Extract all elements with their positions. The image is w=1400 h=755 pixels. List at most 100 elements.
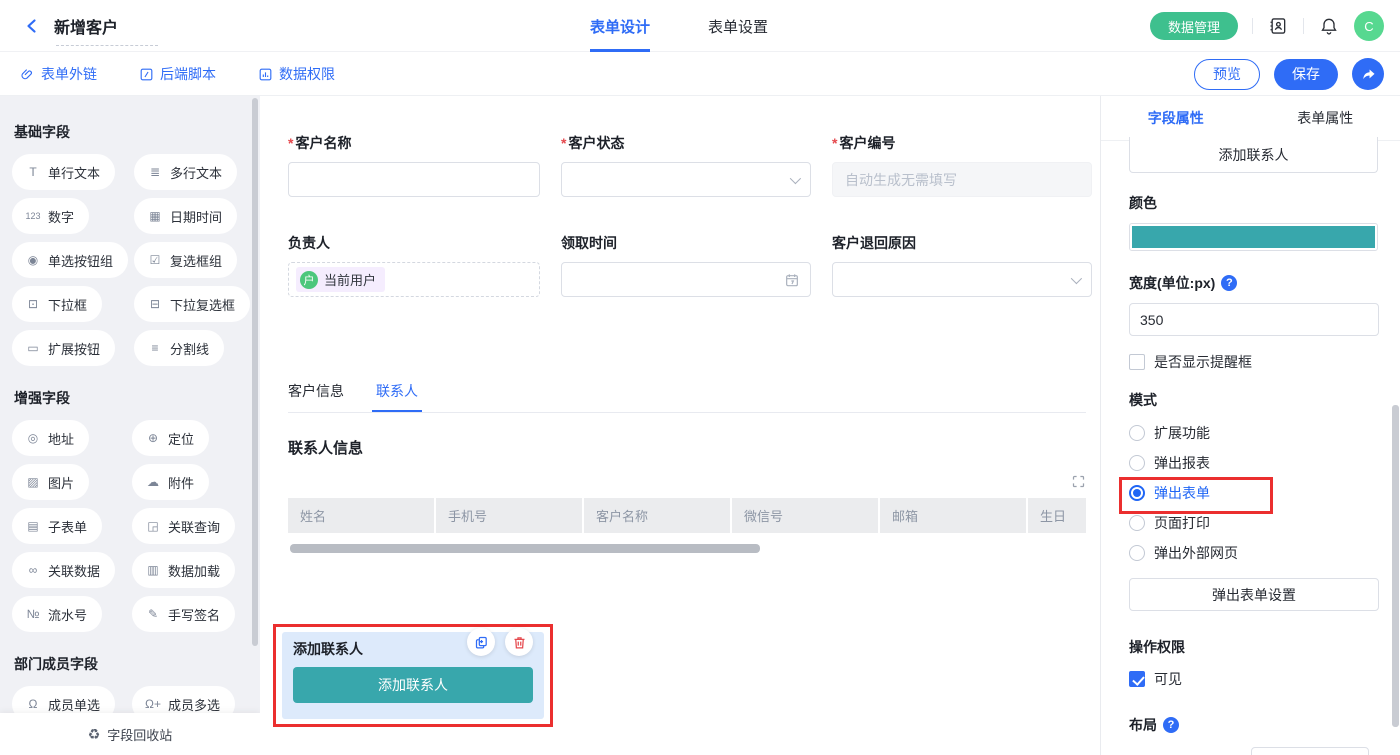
main-tabs: 表单设计 表单设置 [590,0,768,52]
field-claim-time[interactable]: 领取时间 [561,233,811,297]
button-name-preview[interactable]: 添加联系人 [1129,137,1378,173]
color-swatch [1132,226,1375,248]
field-item-multi-dropdown[interactable]: ⊟下拉复选框 [134,286,250,322]
radio-icon[interactable] [1129,545,1145,561]
dropdown-icon: ⊡ [25,297,41,311]
customer-status-select[interactable] [561,162,811,197]
save-button[interactable]: 保存 [1274,59,1338,90]
claim-time-input[interactable] [561,262,811,297]
field-customer-name[interactable]: *客户名称 [288,133,540,197]
field-item-data-load[interactable]: ▥数据加载 [132,552,235,588]
field-item-subform[interactable]: ▤子表单 [12,508,102,544]
help-icon[interactable]: ? [1163,717,1179,733]
tab-contacts[interactable]: 联系人 [376,381,418,412]
field-item-linked-data[interactable]: ∞关联数据 [12,552,115,588]
field-customer-code[interactable]: *客户编号 自动生成无需填写 [832,133,1092,197]
field-item-radio-group[interactable]: ◉单选按钮组 [12,242,128,278]
field-owner[interactable]: 负责人 户 当前用户 [288,233,540,297]
field-item-signature[interactable]: ✎手写签名 [132,596,235,632]
field-return-reason[interactable]: 客户退回原因 [832,233,1092,297]
popup-form-settings-button[interactable]: 弹出表单设置 [1129,578,1379,611]
number-icon: 123 [25,211,41,221]
external-link-button[interactable]: 表单外链 [20,64,97,84]
section-title-basic-fields: 基础字段 [14,122,246,142]
copy-widget-button[interactable] [467,628,495,656]
field-item-multi-line-text[interactable]: ≣多行文本 [134,154,237,190]
radio-icon[interactable] [1129,425,1145,441]
visible-checkbox[interactable] [1129,671,1145,687]
field-item-divider[interactable]: ≡分割线 [134,330,224,366]
tab-form-design[interactable]: 表单设计 [590,0,650,52]
field-item-attachment[interactable]: ☁附件 [132,464,209,500]
required-mark: * [561,135,566,151]
return-reason-select[interactable] [832,262,1092,297]
field-recycle-bin-button[interactable]: ♻ 字段回收站 [0,713,260,755]
calendar-icon [784,272,800,288]
help-icon[interactable]: ? [1221,275,1237,291]
color-picker[interactable] [1129,223,1378,251]
reminder-checkbox[interactable] [1129,354,1145,370]
add-contact-button[interactable]: 添加联系人 [293,667,533,703]
preview-button[interactable]: 预览 [1194,59,1260,90]
sidebar-scrollbar[interactable] [252,98,258,646]
page-title[interactable]: 新增客户 [54,20,118,37]
layout-width-select[interactable]: 1/3 [1251,747,1369,755]
field-customer-status[interactable]: *客户状态 [561,133,811,197]
address-book-icon[interactable] [1267,15,1289,37]
field-item-datetime[interactable]: ▦日期时间 [134,198,237,234]
mode-option-popup-form[interactable]: 弹出表单 [1129,478,1378,508]
mode-option-page-print[interactable]: 页面打印 [1129,508,1378,538]
horizontal-scrollbar[interactable] [290,544,760,553]
reminder-checkbox-row[interactable]: 是否显示提醒框 [1129,352,1378,372]
column-header-name: 姓名 [288,498,434,533]
field-item-dropdown[interactable]: ⊡下拉框 [12,286,102,322]
add-contact-widget[interactable]: 添加联系人 [282,632,544,719]
button-icon: ▭ [25,341,41,355]
radio-selected-icon[interactable] [1129,485,1145,501]
required-mark: * [288,135,293,151]
customer-name-input[interactable] [288,162,540,197]
tab-form-properties[interactable]: 表单属性 [1251,96,1400,140]
panel-scrollbar[interactable] [1392,405,1399,727]
data-permission-button[interactable]: 数据权限 [258,64,335,84]
field-item-single-line-text[interactable]: T单行文本 [12,154,115,190]
color-label: 颜色 [1129,193,1378,213]
permission-label: 操作权限 [1129,637,1378,657]
tab-field-properties[interactable]: 字段属性 [1101,96,1251,140]
field-item-serial-number[interactable]: №流水号 [12,596,102,632]
tab-form-settings[interactable]: 表单设置 [708,0,768,52]
field-item-checkbox-group[interactable]: ☑复选框组 [134,242,237,278]
owner-input[interactable]: 户 当前用户 [288,262,540,297]
fullscreen-icon[interactable] [1071,474,1086,489]
column-header-birthday: 生日 [1028,498,1086,533]
notifications-bell-icon[interactable] [1318,15,1340,37]
field-item-image[interactable]: ▨图片 [12,464,89,500]
mode-option-extend[interactable]: 扩展功能 [1129,418,1378,448]
field-item-geolocation[interactable]: ⊕定位 [132,420,209,456]
title-edit-underline [56,45,158,46]
field-item-address[interactable]: ◎地址 [12,420,89,456]
backend-script-button[interactable]: 后端脚本 [139,64,216,84]
visible-checkbox-row[interactable]: 可见 [1129,669,1378,689]
backend-script-label: 后端脚本 [160,64,216,84]
form-canvas: *客户名称 *客户状态 *客户编号 自动生成无需填写 负责人 户 当前用户 [260,96,1100,755]
width-input[interactable] [1129,303,1379,336]
field-item-number[interactable]: 123数字 [12,198,89,234]
radio-icon[interactable] [1129,455,1145,471]
current-user-tag[interactable]: 户 当前用户 [296,267,385,292]
data-manage-button[interactable]: 数据管理 [1150,12,1238,40]
mode-option-popup-external[interactable]: 弹出外部网页 [1129,538,1378,568]
selected-widget-highlight: 添加联系人 [273,624,553,727]
share-button[interactable] [1352,58,1384,90]
tab-customer-info[interactable]: 客户信息 [288,381,344,412]
radio-icon[interactable] [1129,515,1145,531]
delete-widget-button[interactable] [505,628,533,656]
back-button[interactable] [20,14,44,38]
field-item-linked-query[interactable]: ◲关联查询 [132,508,235,544]
mode-option-popup-report[interactable]: 弹出报表 [1129,448,1378,478]
customer-code-input: 自动生成无需填写 [832,162,1092,197]
data-load-icon: ▥ [145,563,161,577]
user-avatar[interactable]: C [1354,11,1384,41]
field-item-extend-button[interactable]: ▭扩展按钮 [12,330,115,366]
linked-query-icon: ◲ [145,519,161,533]
